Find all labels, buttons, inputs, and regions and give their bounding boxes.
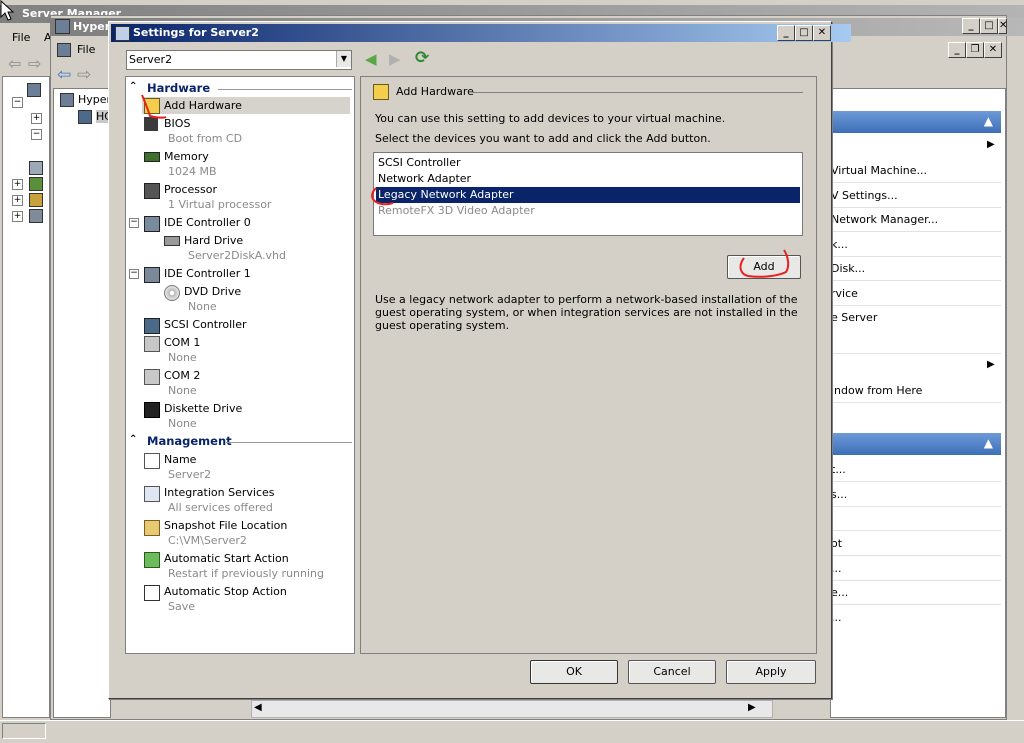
annotation-mark-legacy-adapter [371,187,394,206]
annotation-mark-add-button [739,249,790,278]
annotation-mark-add-hardware [141,94,167,119]
mouse-cursor-icon [0,0,15,21]
annotation-overlay [141,94,790,278]
